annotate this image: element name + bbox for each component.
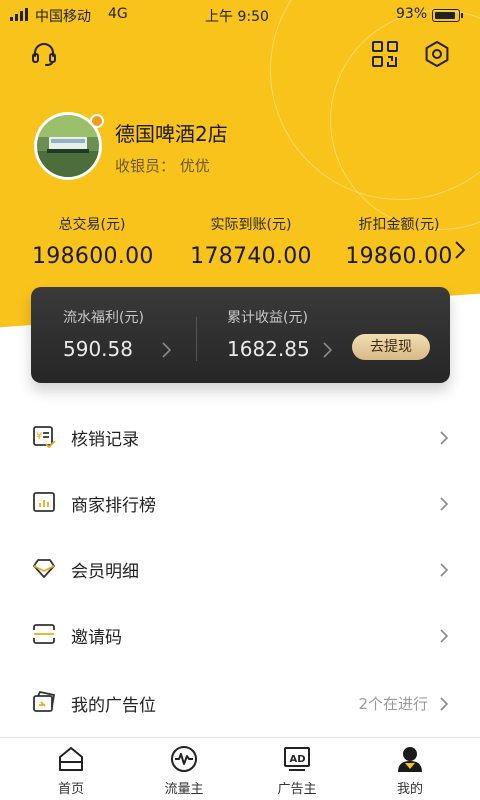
- tab-label: 首页: [57, 782, 84, 797]
- ad-icon: AD: [283, 745, 311, 773]
- menu-label: 我的广告位: [71, 696, 156, 716]
- chevron-right-icon: [440, 430, 449, 449]
- menu-label: 会员明细: [71, 562, 139, 582]
- chevron-right-icon[interactable]: [162, 342, 172, 362]
- pulse-icon: [170, 745, 198, 773]
- stat-value: 178740.00: [190, 244, 312, 269]
- menu-label: 商家排行榜: [71, 496, 156, 516]
- stat-label: 实际到账(元): [210, 217, 292, 233]
- stat-label: 折扣金额(元): [358, 217, 440, 233]
- menu-label: 邀请码: [71, 628, 122, 648]
- ranking-chart-icon: [32, 490, 56, 514]
- earnings-card: 流水福利(元) 590.58 累计收益(元) 1682.85 去提现: [31, 287, 450, 383]
- diamond-icon: [32, 556, 56, 580]
- notification-dot: [90, 114, 104, 128]
- settings-icon[interactable]: [423, 40, 451, 68]
- menu-label: 核销记录: [71, 430, 139, 450]
- cashier-name: 收银员： 优优: [115, 157, 210, 175]
- tab-label: 我的: [396, 782, 423, 797]
- chevron-right-icon[interactable]: [454, 240, 466, 264]
- tab-home[interactable]: 首页: [11, 738, 131, 800]
- menu-item-my-ad-slots[interactable]: 我的广告位 2个在进行: [0, 669, 480, 735]
- stat-value: 198600.00: [32, 244, 154, 269]
- chevron-right-icon[interactable]: [323, 342, 333, 362]
- tab-traffic-owner[interactable]: 流量主: [124, 738, 244, 800]
- signal-icon: [10, 8, 28, 21]
- chevron-right-icon: [440, 696, 449, 715]
- earnings-value: 1682.85: [227, 337, 310, 361]
- battery-percent: 93%: [396, 6, 428, 22]
- tab-label: 广告主: [277, 782, 317, 797]
- store-name: 德国啤酒2店: [115, 122, 228, 146]
- welfare-label: 流水福利(元): [63, 310, 144, 326]
- stat-total-transaction: 总交易(元) 198600.00: [32, 214, 154, 269]
- stat-actual-received: 实际到账(元) 178740.00: [188, 214, 314, 269]
- ads-in-progress-count: 2个在进行: [358, 695, 428, 713]
- carrier-name: 中国移动: [35, 9, 91, 25]
- headset-icon[interactable]: [30, 40, 58, 68]
- status-bar: 中国移动 4G 上午 9:50 93%: [0, 0, 480, 30]
- menu-item-member-details[interactable]: 会员明细: [0, 535, 480, 601]
- menu-item-verification-records[interactable]: ¥ 核销记录: [0, 403, 480, 469]
- welfare-value: 590.58: [63, 337, 133, 361]
- tab-advertiser[interactable]: AD 广告主: [237, 738, 357, 800]
- network-type: 4G: [108, 6, 128, 22]
- home-icon: [57, 745, 85, 773]
- stat-label: 总交易(元): [58, 217, 126, 233]
- earnings-label: 累计收益(元): [227, 310, 308, 326]
- tab-mine[interactable]: 我的: [350, 738, 470, 800]
- menu-item-invite-code[interactable]: 邀请码: [0, 601, 480, 667]
- bottom-tab-bar: 首页 流量主 AD 广告主 我的: [0, 737, 480, 800]
- tab-label: 流量主: [164, 782, 204, 797]
- avatar-image: [37, 115, 99, 177]
- voucher-icon: ¥: [32, 424, 56, 449]
- clock: 上午 9:50: [205, 9, 269, 25]
- menu-item-merchant-ranking[interactable]: 商家排行榜: [0, 469, 480, 535]
- svg-text:¥: ¥: [36, 431, 42, 442]
- chevron-right-icon: [440, 562, 449, 581]
- battery-icon: [432, 9, 463, 22]
- card-divider: [196, 317, 197, 361]
- ad-card-icon: [32, 690, 56, 714]
- user-icon: [396, 745, 424, 773]
- chevron-right-icon: [440, 628, 449, 647]
- scan-code-icon: [32, 622, 56, 646]
- stat-value: 19860.00: [345, 244, 453, 269]
- stat-discount-amount[interactable]: 折扣金额(元) 19860.00: [345, 214, 453, 269]
- chevron-right-icon: [440, 496, 449, 515]
- withdraw-button[interactable]: 去提现: [352, 334, 430, 360]
- qr-code-icon[interactable]: [371, 40, 399, 68]
- svg-text:AD: AD: [290, 754, 306, 765]
